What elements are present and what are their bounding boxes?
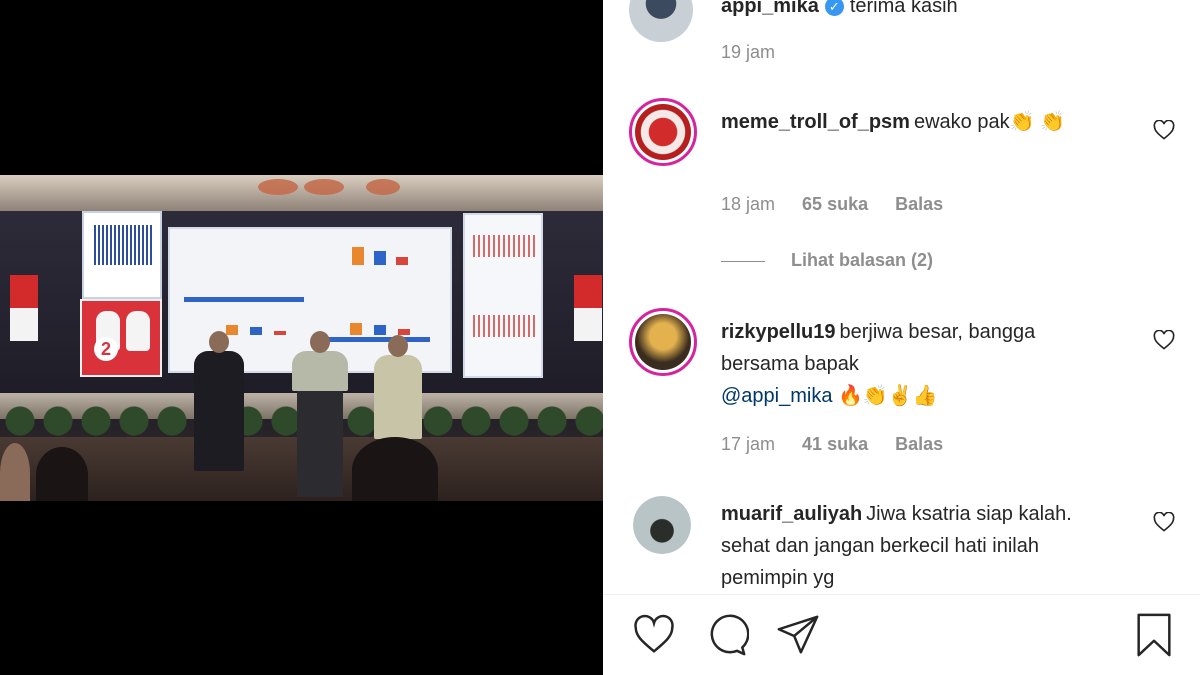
screen-bar — [274, 331, 286, 335]
share-icon[interactable] — [775, 612, 821, 658]
podium — [297, 379, 343, 497]
comment-meta: 17 jam 41 suka Balas — [721, 434, 965, 455]
screen-chart — [473, 235, 535, 257]
barcode-graphic — [94, 225, 152, 265]
comment-username[interactable]: muarif_auliyah — [721, 503, 862, 525]
comment-message: ewako pak👏 👏 — [913, 111, 1065, 133]
comment-icon[interactable] — [703, 612, 749, 658]
right-screen — [463, 213, 543, 378]
comment-meta: 19 jam — [721, 42, 797, 63]
flag — [10, 275, 38, 341]
action-bar-divider — [603, 594, 1200, 595]
avatar[interactable] — [629, 98, 697, 166]
screen-bar — [226, 325, 238, 335]
avatar[interactable] — [633, 496, 691, 554]
heart-outline-icon[interactable] — [1153, 512, 1175, 532]
audience-head — [36, 447, 88, 501]
screen-bar — [350, 323, 362, 335]
comments-panel: appi_mika ✓ terima kasih 19 jam meme_troll… — [603, 0, 1200, 675]
comment-emoji: 🔥👏✌👍 — [838, 385, 938, 407]
verified-badge-icon: ✓ — [824, 0, 844, 17]
heart-icon[interactable] — [631, 612, 677, 658]
screen-bar — [398, 329, 410, 335]
screen-bar — [374, 325, 386, 335]
reply-button[interactable]: Balas — [895, 194, 943, 214]
comment-time[interactable]: 18 jam — [721, 194, 775, 214]
screen-stripe — [320, 337, 430, 342]
comment-text: appi_mika ✓ terima kasih — [721, 0, 1091, 22]
heart-outline-icon[interactable] — [1153, 330, 1175, 350]
comment-likes[interactable]: 41 suka — [802, 434, 868, 454]
ceiling-lamp — [258, 179, 298, 195]
heart-outline-icon[interactable] — [1153, 120, 1175, 140]
avatar[interactable] — [629, 308, 697, 376]
audience-head — [0, 443, 30, 501]
audience-head — [352, 437, 438, 501]
flag — [574, 275, 602, 341]
comment-likes[interactable]: 65 suka — [802, 194, 868, 214]
person-right — [374, 335, 422, 439]
press-conference-photo: 2 — [0, 175, 603, 501]
comment-meta: 18 jam 65 suka Balas — [721, 194, 965, 215]
replies-line — [721, 260, 765, 262]
screen-bar — [352, 247, 364, 265]
left-screen — [82, 211, 162, 299]
person-speaker — [292, 331, 348, 391]
person-left — [194, 331, 244, 471]
ceiling-lamp — [304, 179, 344, 195]
poster-number: 2 — [94, 337, 118, 361]
poster-figure — [126, 311, 150, 351]
screen-stripe — [184, 297, 304, 302]
comment-time[interactable]: 17 jam — [721, 434, 775, 454]
ceiling-lamp — [366, 179, 400, 195]
bookmark-icon[interactable] — [1134, 612, 1174, 658]
comment-message: terima kasih — [849, 0, 958, 17]
view-replies-label[interactable]: Lihat balasan (2) — [791, 250, 933, 270]
post-media[interactable]: 2 — [0, 0, 603, 675]
comment-username[interactable]: meme_troll_of_psm — [721, 111, 910, 133]
comment-text: meme_troll_of_psm ewako pak👏 👏 — [721, 106, 1091, 138]
ceiling — [0, 175, 603, 211]
comment-username[interactable]: rizkypellu19 — [721, 321, 836, 343]
avatar[interactable] — [629, 0, 693, 42]
screen-chart — [473, 315, 535, 337]
comment-text: rizkypellu19 berjiwa besar, bangga bersam… — [721, 316, 1091, 412]
comment-item: muarif_auliyah Jiwa ksatria siap kalah. s… — [629, 496, 1189, 592]
reply-button[interactable]: Balas — [895, 434, 943, 454]
comment-time[interactable]: 19 jam — [721, 42, 775, 62]
candidate-poster: 2 — [80, 299, 162, 377]
comment-text: muarif_auliyah Jiwa ksatria siap kalah. s… — [721, 498, 1091, 592]
comment-mention[interactable]: @appi_mika — [721, 385, 832, 407]
comment-username[interactable]: appi_mika — [721, 0, 819, 17]
screen-bar — [374, 251, 386, 265]
screen-bar — [250, 327, 262, 335]
view-replies-button[interactable]: Lihat balasan (2) — [721, 250, 933, 271]
screen-bar — [396, 257, 408, 265]
